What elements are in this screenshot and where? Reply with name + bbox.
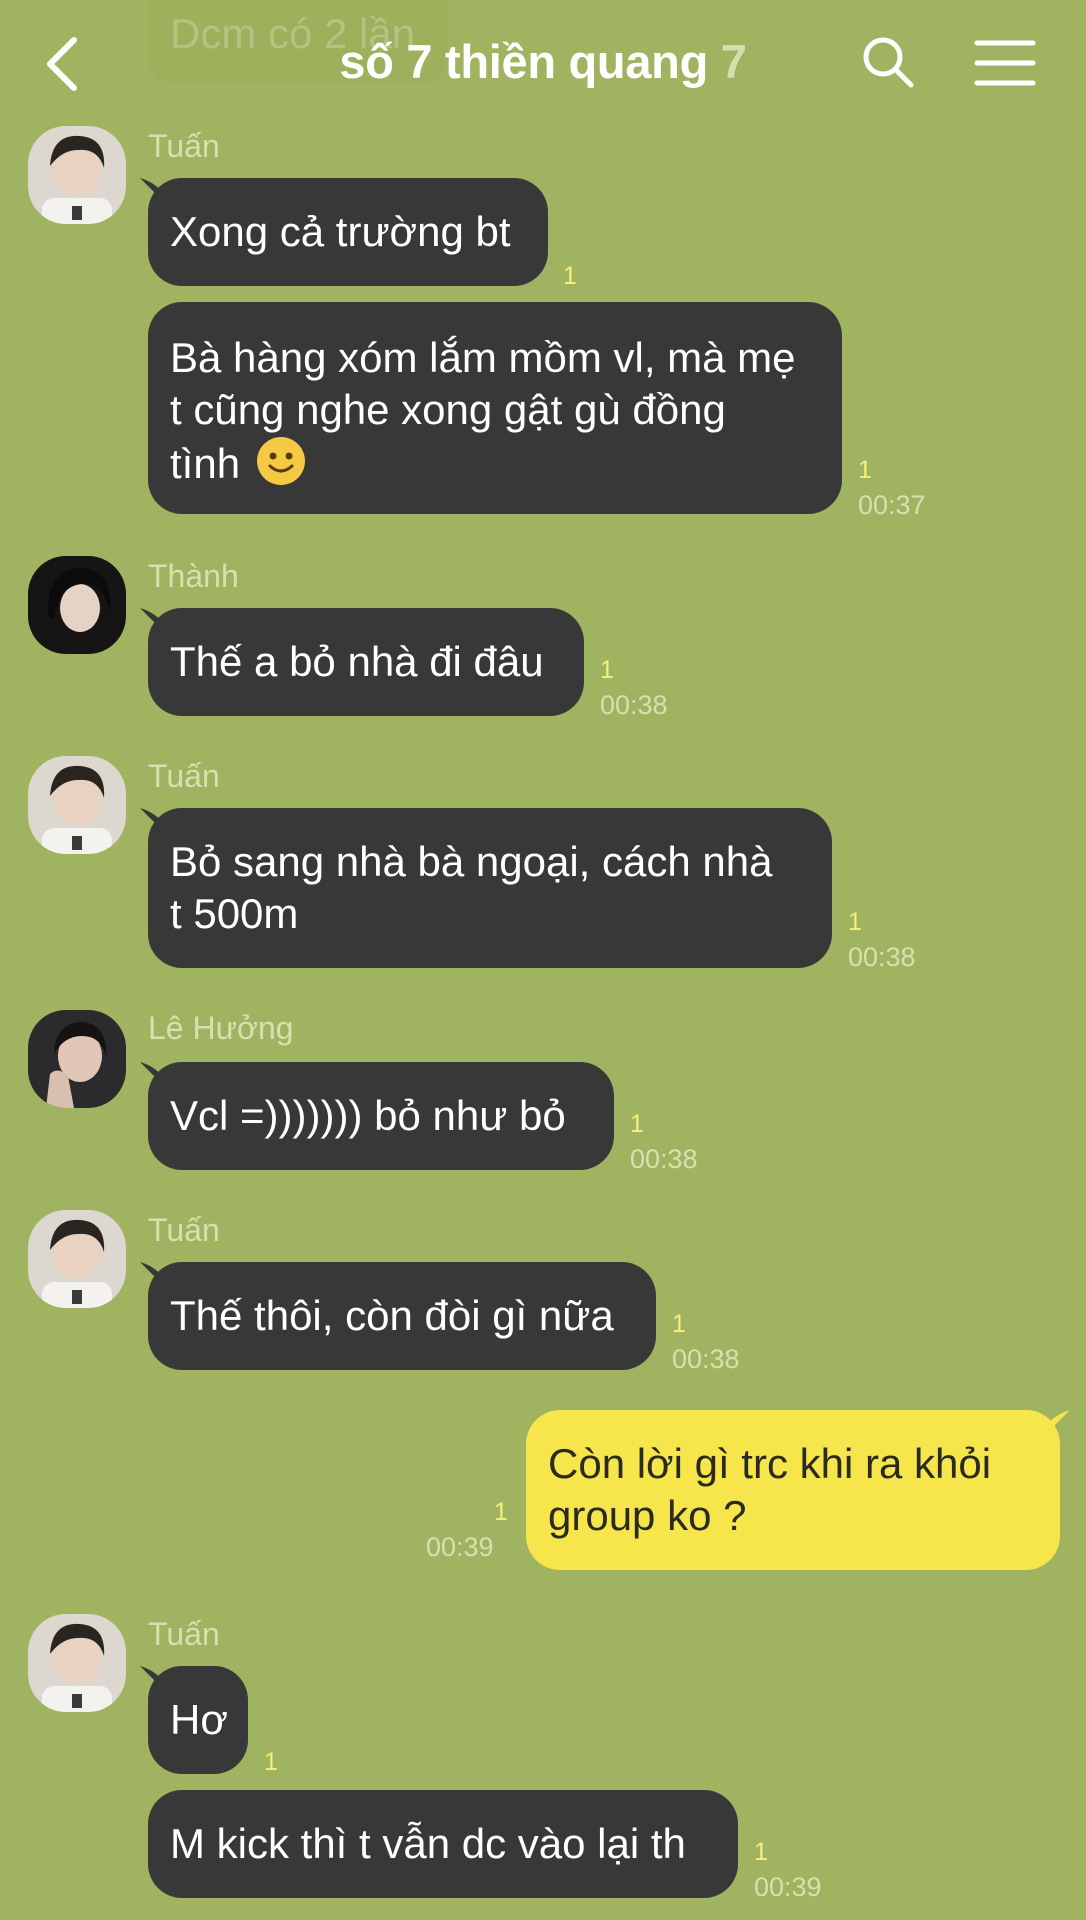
sender-name: Thành bbox=[148, 558, 239, 594]
sender-name: Tuấn bbox=[148, 758, 220, 794]
message-text-line: t 500m bbox=[170, 890, 299, 937]
sender-name: Tuấn bbox=[148, 1616, 220, 1652]
unread-count: 1 bbox=[672, 1310, 686, 1338]
avatar-tuan[interactable] bbox=[28, 1614, 126, 1712]
message-bubble[interactable]: Thế a bỏ nhà đi đâu bbox=[148, 608, 584, 716]
unread-count: 1 bbox=[858, 456, 872, 484]
profile-photo bbox=[28, 126, 126, 224]
message-time: 00:37 bbox=[858, 490, 926, 520]
unread-count: 1 bbox=[848, 908, 862, 936]
message-text-line: tình bbox=[170, 440, 241, 487]
avatar-tuan[interactable] bbox=[28, 126, 126, 224]
profile-photo bbox=[28, 556, 126, 654]
message-text: Thế a bỏ nhà đi đâu bbox=[170, 638, 544, 685]
message-text: M kick thì t vẫn dc vào lại th bbox=[170, 1820, 686, 1867]
message-text: Vcl =))))))) bỏ như bỏ bbox=[170, 1092, 566, 1139]
avatar-thanh[interactable] bbox=[28, 556, 126, 654]
slightly-smiling-face-icon bbox=[256, 437, 305, 485]
unread-count: 1 bbox=[600, 656, 614, 684]
message-time: 00:38 bbox=[672, 1344, 740, 1374]
message-bubble[interactable]: Hơ bbox=[148, 1666, 248, 1774]
message-bubble[interactable]: Xong cả trường bt bbox=[148, 178, 548, 286]
unread-count: 1 bbox=[754, 1838, 768, 1866]
message-time: 00:39 bbox=[426, 1532, 494, 1562]
message-bubble[interactable]: Bà hàng xóm lắm mồm vl, mà mẹ t cũng ngh… bbox=[148, 302, 842, 514]
avatar-tuan[interactable] bbox=[28, 1210, 126, 1308]
member-count: 7 bbox=[720, 35, 747, 88]
message-time: 00:38 bbox=[630, 1144, 698, 1174]
search-button[interactable] bbox=[860, 34, 916, 90]
my-message-bubble[interactable]: Còn lời gì trc khi ra khỏi group ko ? bbox=[526, 1410, 1060, 1570]
sender-name: Lê Hưởng bbox=[148, 1010, 294, 1046]
message-text-line: t cũng nghe xong gật gù đồng bbox=[170, 386, 726, 433]
hamburger-menu-icon bbox=[974, 40, 1036, 86]
avatar-le-huong[interactable] bbox=[28, 1010, 126, 1108]
group-name: số 7 thiền quang bbox=[339, 35, 708, 88]
message-bubble[interactable]: M kick thì t vẫn dc vào lại th bbox=[148, 1790, 738, 1898]
message-text-line: Còn lời gì trc khi ra khỏi bbox=[548, 1440, 992, 1487]
menu-button[interactable] bbox=[974, 38, 1036, 88]
message-text-line: group ko ? bbox=[548, 1492, 747, 1539]
message-text: Thế thôi, còn đòi gì nữa bbox=[170, 1292, 614, 1339]
search-icon bbox=[863, 37, 914, 88]
unread-count: 1 bbox=[630, 1110, 644, 1138]
profile-photo bbox=[28, 1210, 126, 1308]
sender-name: Tuấn bbox=[148, 1212, 220, 1248]
unread-count: 1 bbox=[563, 262, 577, 290]
profile-photo bbox=[28, 756, 126, 854]
unread-count: 1 bbox=[264, 1748, 278, 1776]
message-bubble[interactable]: Vcl =))))))) bỏ như bỏ bbox=[148, 1062, 614, 1170]
unread-count: 1 bbox=[494, 1498, 508, 1526]
profile-photo bbox=[28, 1010, 126, 1108]
bubble-tail bbox=[1048, 1410, 1070, 1432]
sender-name: Tuấn bbox=[148, 128, 220, 164]
chat-title: số 7 thiền quang 7 bbox=[0, 34, 1086, 89]
profile-photo bbox=[28, 1614, 126, 1712]
message-time: 00:38 bbox=[600, 690, 668, 720]
message-text: Xong cả trường bt bbox=[170, 208, 511, 255]
chat-header: số 7 thiền quang 7 bbox=[0, 0, 1086, 130]
message-bubble[interactable]: Bỏ sang nhà bà ngoại, cách nhà t 500m bbox=[148, 808, 832, 968]
avatar-tuan[interactable] bbox=[28, 756, 126, 854]
message-text: Hơ bbox=[170, 1696, 228, 1743]
message-time: 00:39 bbox=[754, 1872, 822, 1902]
message-text-line: Bà hàng xóm lắm mồm vl, mà mẹ bbox=[170, 334, 796, 381]
message-time: 00:38 bbox=[848, 942, 916, 972]
message-text-line: Bỏ sang nhà bà ngoại, cách nhà bbox=[170, 838, 773, 885]
message-bubble[interactable]: Thế thôi, còn đòi gì nữa bbox=[148, 1262, 656, 1370]
